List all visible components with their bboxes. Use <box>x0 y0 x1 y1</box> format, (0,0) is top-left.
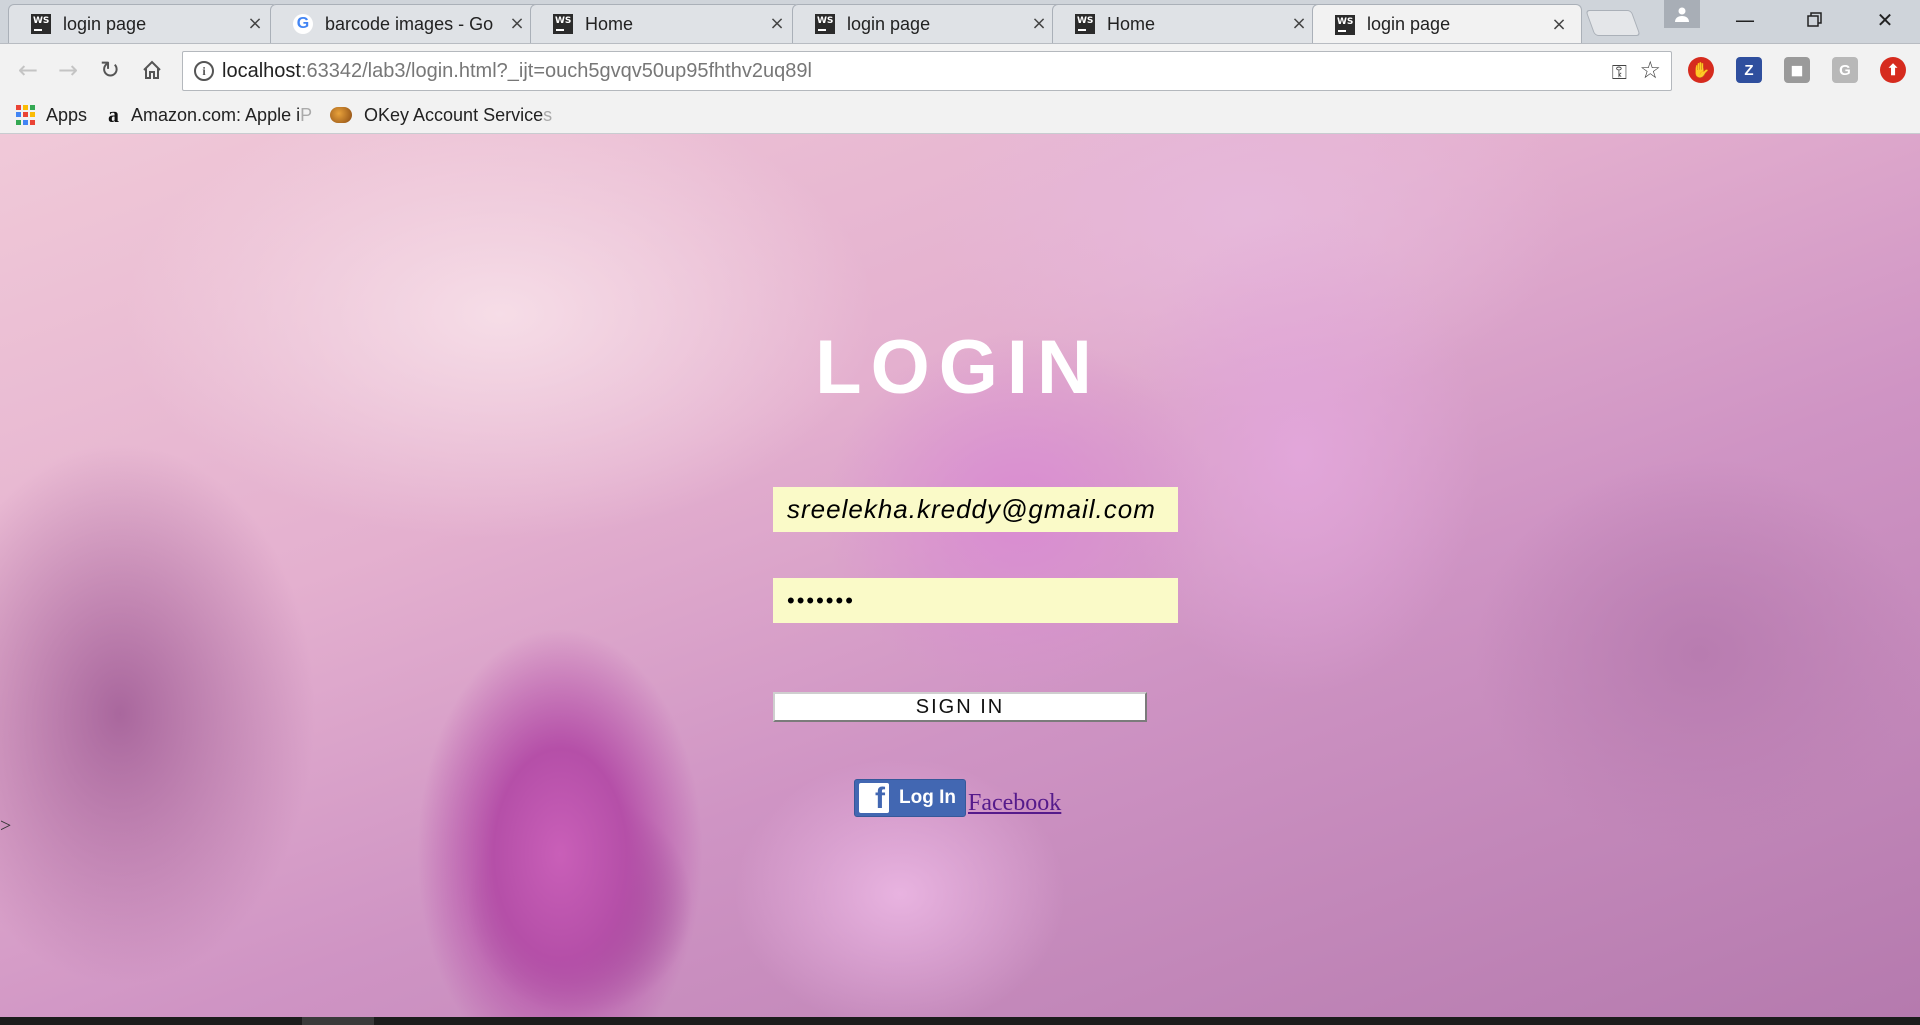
sign-in-button[interactable]: SIGN IN <box>773 692 1147 722</box>
webstorm-icon: WS <box>1335 14 1355 35</box>
bookmark-label-fade: s <box>543 104 553 125</box>
okey-icon <box>330 107 352 123</box>
password-field[interactable] <box>773 578 1178 623</box>
google-ext-icon[interactable]: G <box>1832 57 1858 83</box>
tab-title: login page <box>847 13 931 34</box>
email-field[interactable] <box>773 487 1178 532</box>
address-bar[interactable]: i localhost:63342/lab3/login.html?_ijt=o… <box>182 51 1672 91</box>
webstorm-icon: WS <box>815 14 835 34</box>
login-page: LOGIN SIGN IN f Log In Facebook > <box>0 134 1920 1017</box>
taskbar-edge <box>0 1017 1920 1025</box>
key-icon[interactable]: ⚿ <box>1612 60 1627 84</box>
apps-grid-icon <box>16 105 36 125</box>
bookmark-amazon[interactable]: a Amazon.com: Apple iP <box>108 102 312 128</box>
minimize-button[interactable]: — <box>1710 0 1780 40</box>
tab-login-page-1[interactable]: WS login page × <box>8 4 278 43</box>
tab-title: login page <box>1367 14 1451 34</box>
page-title: LOGIN <box>815 325 1101 410</box>
new-tab-button[interactable] <box>1585 10 1641 36</box>
close-icon[interactable]: × <box>509 15 525 33</box>
forward-icon[interactable]: → <box>52 54 84 86</box>
tab-title: Home <box>1107 13 1156 34</box>
bookmark-okey[interactable]: OKey Account Service s <box>330 102 552 128</box>
reload-icon[interactable]: ↻ <box>94 54 126 86</box>
facebook-login-button[interactable]: f Log In <box>854 779 966 817</box>
restore-button[interactable] <box>1780 0 1850 40</box>
ghostery-icon[interactable]: ◼ <box>1784 57 1810 83</box>
tab-home-1[interactable]: WS Home × <box>530 4 800 43</box>
facebook-icon: f <box>859 783 889 813</box>
tab-strip: WS login page × G barcode images - Go × … <box>0 0 1920 43</box>
tab-barcode-images[interactable]: G barcode images - Go × <box>270 4 540 43</box>
bookmark-label: Apps <box>46 104 88 125</box>
profile-icon[interactable] <box>1664 0 1700 28</box>
webstorm-icon: WS <box>31 14 51 34</box>
tab-title: login page <box>63 13 147 34</box>
close-icon[interactable]: × <box>1031 15 1047 33</box>
bookmarks-bar: Apps a Amazon.com: Apple iP OKey Account… <box>0 96 1920 134</box>
url-text: localhost:63342/lab3/login.html?_ijt=ouc… <box>222 59 812 82</box>
tab-login-page-2[interactable]: WS login page × <box>792 4 1062 43</box>
bookmark-apps[interactable]: Apps <box>16 102 87 128</box>
tab-login-page-active[interactable]: WS login page × <box>1312 4 1582 43</box>
close-icon[interactable]: × <box>1551 15 1567 33</box>
close-icon[interactable]: × <box>247 15 263 33</box>
stray-text: > <box>0 815 12 837</box>
bookmark-label-fade: P <box>300 104 313 125</box>
webstorm-icon: WS <box>553 14 573 34</box>
zotero-icon[interactable]: Z <box>1736 57 1762 83</box>
facebook-login-label: Log In <box>899 787 956 808</box>
back-icon[interactable]: ← <box>12 54 44 86</box>
home-icon[interactable] <box>136 54 168 86</box>
taskbar-segment <box>302 1017 374 1025</box>
facebook-link[interactable]: Facebook <box>968 789 1061 817</box>
tab-title: barcode images - Go <box>325 13 494 34</box>
close-window-button[interactable]: ✕ <box>1850 0 1920 40</box>
browser-toolbar: ← → ↻ i localhost:63342/lab3/login.html?… <box>0 43 1920 96</box>
info-icon[interactable]: i <box>194 61 214 81</box>
webstorm-icon: WS <box>1075 14 1095 34</box>
adblock-icon[interactable]: ✋ <box>1688 57 1714 83</box>
close-icon[interactable]: × <box>769 15 785 33</box>
bookmark-label: Amazon.com: Apple i <box>131 104 301 125</box>
update-icon[interactable]: ⬆ <box>1880 57 1906 83</box>
tab-title: Home <box>585 13 634 34</box>
google-icon: G <box>293 14 313 34</box>
close-icon[interactable]: × <box>1291 15 1307 33</box>
tab-home-2[interactable]: WS Home × <box>1052 4 1322 43</box>
amazon-icon: a <box>108 102 119 127</box>
bookmark-star-icon[interactable]: ☆ <box>1639 56 1661 84</box>
facebook-login-row: f Log In Facebook <box>854 779 1061 817</box>
bookmark-label: OKey Account Service <box>364 104 544 125</box>
